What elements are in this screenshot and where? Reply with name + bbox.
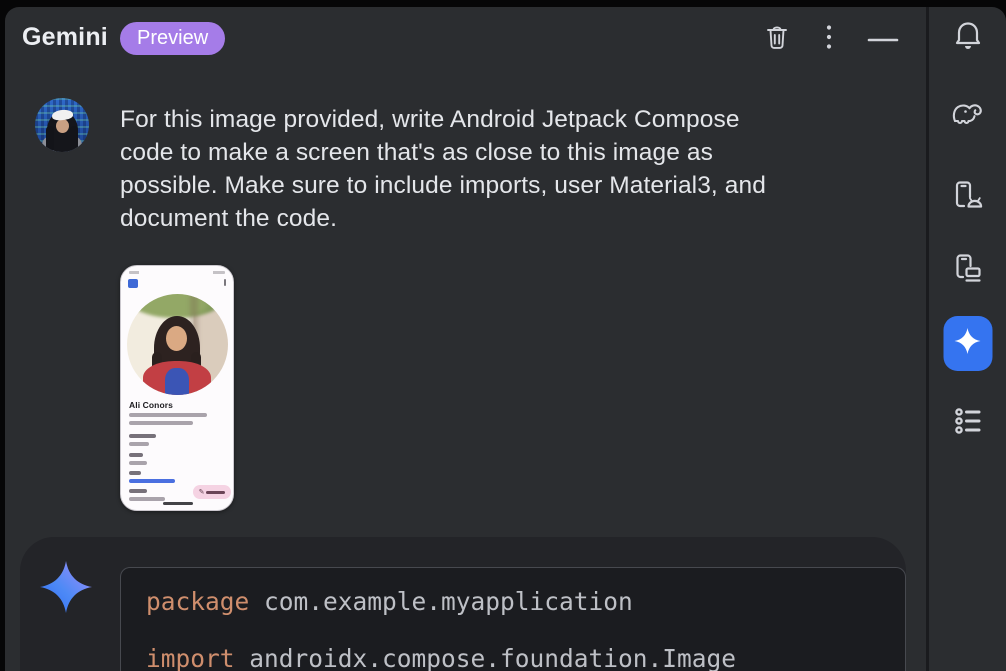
phone-menu-chip — [128, 279, 138, 288]
sidebar-item-structure[interactable] — [944, 403, 992, 443]
gradle-elephant-icon — [951, 98, 985, 133]
profile-photo — [127, 294, 228, 395]
profile-field-label — [129, 471, 141, 475]
avatar-hair-left — [46, 126, 54, 152]
attachment-image-thumbnail[interactable]: Ali Conors ✎ — [120, 265, 234, 511]
user-message-text: For this image provided, write Android J… — [120, 103, 880, 235]
gemini-panel: Gemini Preview — [5, 7, 926, 671]
profile-field-value — [129, 497, 165, 501]
trash-icon — [763, 22, 791, 57]
sidebar-item-running-devices[interactable] — [944, 250, 992, 290]
avatar-face — [56, 119, 69, 133]
minimize-icon — [867, 30, 899, 48]
code-text: androidx.compose.foundation.Image — [235, 644, 737, 671]
code-text: com.example.myapplication — [249, 587, 633, 616]
gemini-sparkle-icon — [38, 559, 94, 615]
pencil-icon: ✎ — [199, 489, 205, 496]
code-line: import androidx.compose.foundation.Image — [146, 641, 895, 671]
avatar-hair-right — [70, 126, 78, 152]
device-manager-icon — [952, 179, 984, 216]
photo-face — [166, 326, 187, 351]
profile-name: Ali Conors — [129, 400, 173, 410]
code-keyword: import — [146, 644, 235, 671]
preview-badge: Preview — [120, 22, 225, 55]
message-line: possible. Make sure to include imports, … — [120, 169, 880, 202]
gemini-active-sparkle-icon — [954, 327, 982, 360]
photo-blue-top — [165, 368, 189, 395]
tool-window-stripe — [929, 7, 1006, 671]
gemini-response-bubble: package com.example.myapplication import… — [20, 537, 906, 671]
sidebar-item-gemini[interactable] — [943, 316, 992, 371]
code-block: package com.example.myapplication import… — [120, 567, 906, 671]
message-line: code to make a screen that's as close to… — [120, 136, 880, 169]
sidebar-item-gradle[interactable] — [944, 95, 992, 135]
panel-title: Gemini — [22, 23, 108, 52]
gemini-tool-window: Gemini Preview — [5, 7, 1006, 671]
message-line: document the code. — [120, 202, 880, 235]
profile-field-label — [129, 434, 156, 438]
structure-list-icon — [952, 405, 984, 442]
profile-subtitle-line — [129, 413, 207, 417]
user-avatar — [35, 98, 89, 152]
clear-chat-button[interactable] — [763, 22, 791, 57]
phone-status-bar — [129, 271, 225, 274]
message-line: For this image provided, write Android J… — [120, 103, 880, 136]
hide-panel-button[interactable] — [867, 30, 899, 48]
profile-subtitle-line — [129, 421, 193, 425]
home-indicator — [163, 502, 193, 505]
pill-label-bar — [206, 491, 225, 494]
profile-field-value — [129, 461, 147, 465]
edit-profile-pill: ✎ — [193, 485, 231, 499]
profile-link-value — [129, 479, 175, 483]
panel-toolbar — [763, 22, 899, 56]
profile-field-label — [129, 453, 143, 457]
running-devices-icon — [952, 252, 984, 289]
bell-icon — [953, 20, 983, 57]
sidebar-item-notifications[interactable] — [944, 18, 992, 58]
photo-foliage — [131, 294, 221, 318]
sidebar-item-device-manager[interactable] — [944, 177, 992, 217]
code-line: package com.example.myapplication — [146, 584, 895, 620]
code-keyword: package — [146, 587, 249, 616]
more-options-button[interactable] — [826, 24, 832, 55]
profile-field-value — [129, 442, 149, 446]
profile-field-label — [129, 489, 147, 493]
more-options-icon — [826, 24, 832, 55]
phone-overflow-dot — [224, 279, 226, 286]
